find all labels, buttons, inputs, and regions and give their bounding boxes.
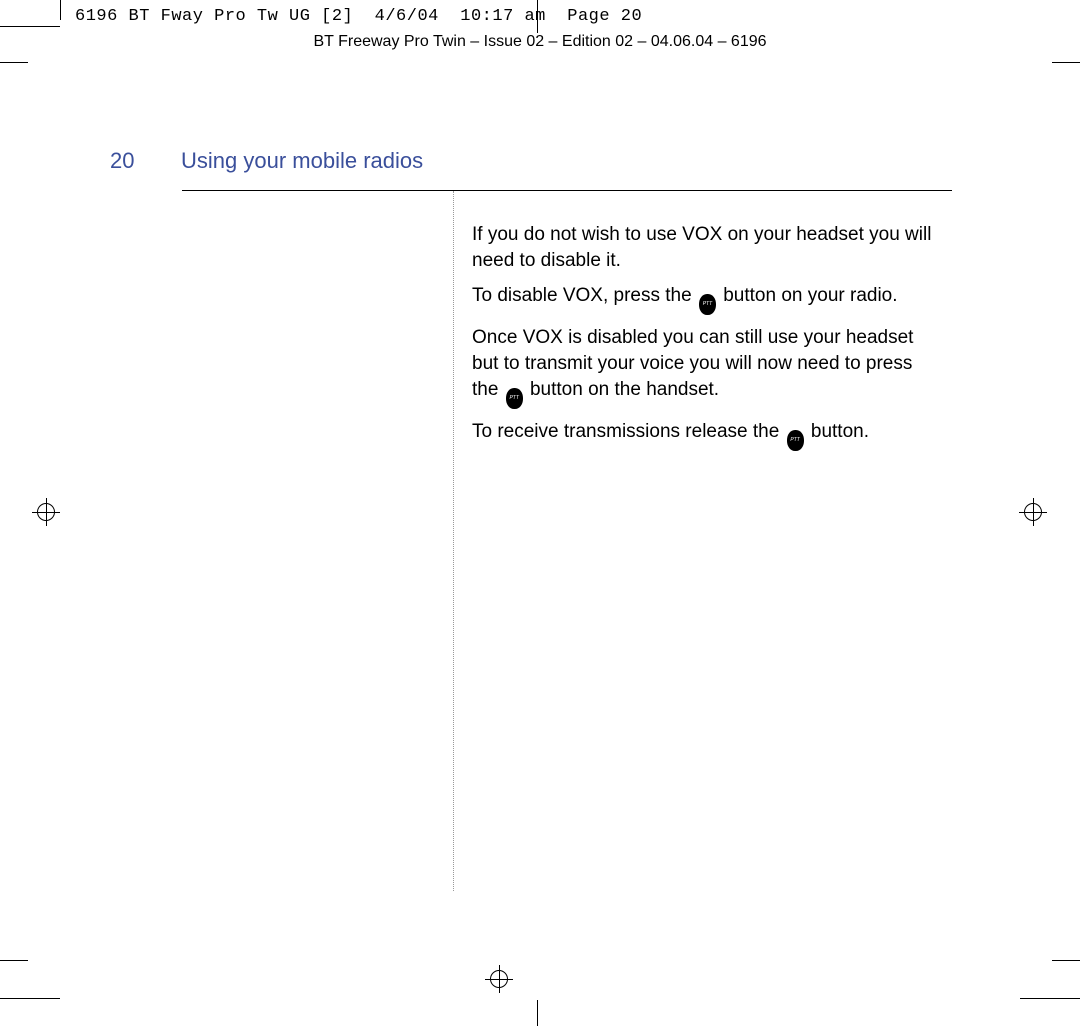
- registration-mark-icon: [32, 498, 60, 526]
- text-span: If you do not wish to use VOX on your he…: [472, 224, 931, 271]
- crop-mark: [1052, 62, 1080, 63]
- print-meta-line: 6196 BT Fway Pro Tw UG [2] 4/6/04 10:17 …: [75, 7, 642, 26]
- crop-mark: [0, 26, 60, 27]
- text-span: button on the handset.: [525, 379, 719, 400]
- ptt-button-icon: PTT: [506, 388, 523, 409]
- column-divider: [453, 191, 454, 891]
- section-title: Using your mobile radios: [181, 148, 423, 174]
- paragraph: Once VOX is disabled you can still use y…: [472, 325, 942, 408]
- paragraph: If you do not wish to use VOX on your he…: [472, 222, 942, 273]
- registration-mark-icon: [1019, 498, 1047, 526]
- paragraph: To disable VOX, press the PTT button on …: [472, 283, 942, 315]
- text-span: button.: [806, 421, 869, 442]
- crop-mark: [0, 998, 60, 999]
- ptt-button-icon: PTT: [699, 294, 716, 315]
- crop-mark: [60, 0, 61, 20]
- text-span: button on your radio.: [718, 285, 898, 306]
- text-span: To disable VOX, press the: [472, 285, 697, 306]
- title-underline: [182, 190, 952, 191]
- registration-mark-icon: [485, 965, 513, 993]
- crop-mark: [0, 960, 28, 961]
- page-number: 20: [110, 148, 134, 174]
- paragraph: To receive transmissions release the PTT…: [472, 419, 942, 451]
- crop-mark: [1052, 960, 1080, 961]
- body-text: If you do not wish to use VOX on your he…: [472, 222, 942, 461]
- crop-mark: [537, 1000, 538, 1026]
- crop-mark: [1020, 998, 1080, 999]
- text-span: To receive transmissions release the: [472, 421, 785, 442]
- crop-mark: [0, 62, 28, 63]
- document-title: BT Freeway Pro Twin – Issue 02 – Edition…: [0, 33, 1080, 51]
- ptt-button-icon: PTT: [787, 430, 804, 451]
